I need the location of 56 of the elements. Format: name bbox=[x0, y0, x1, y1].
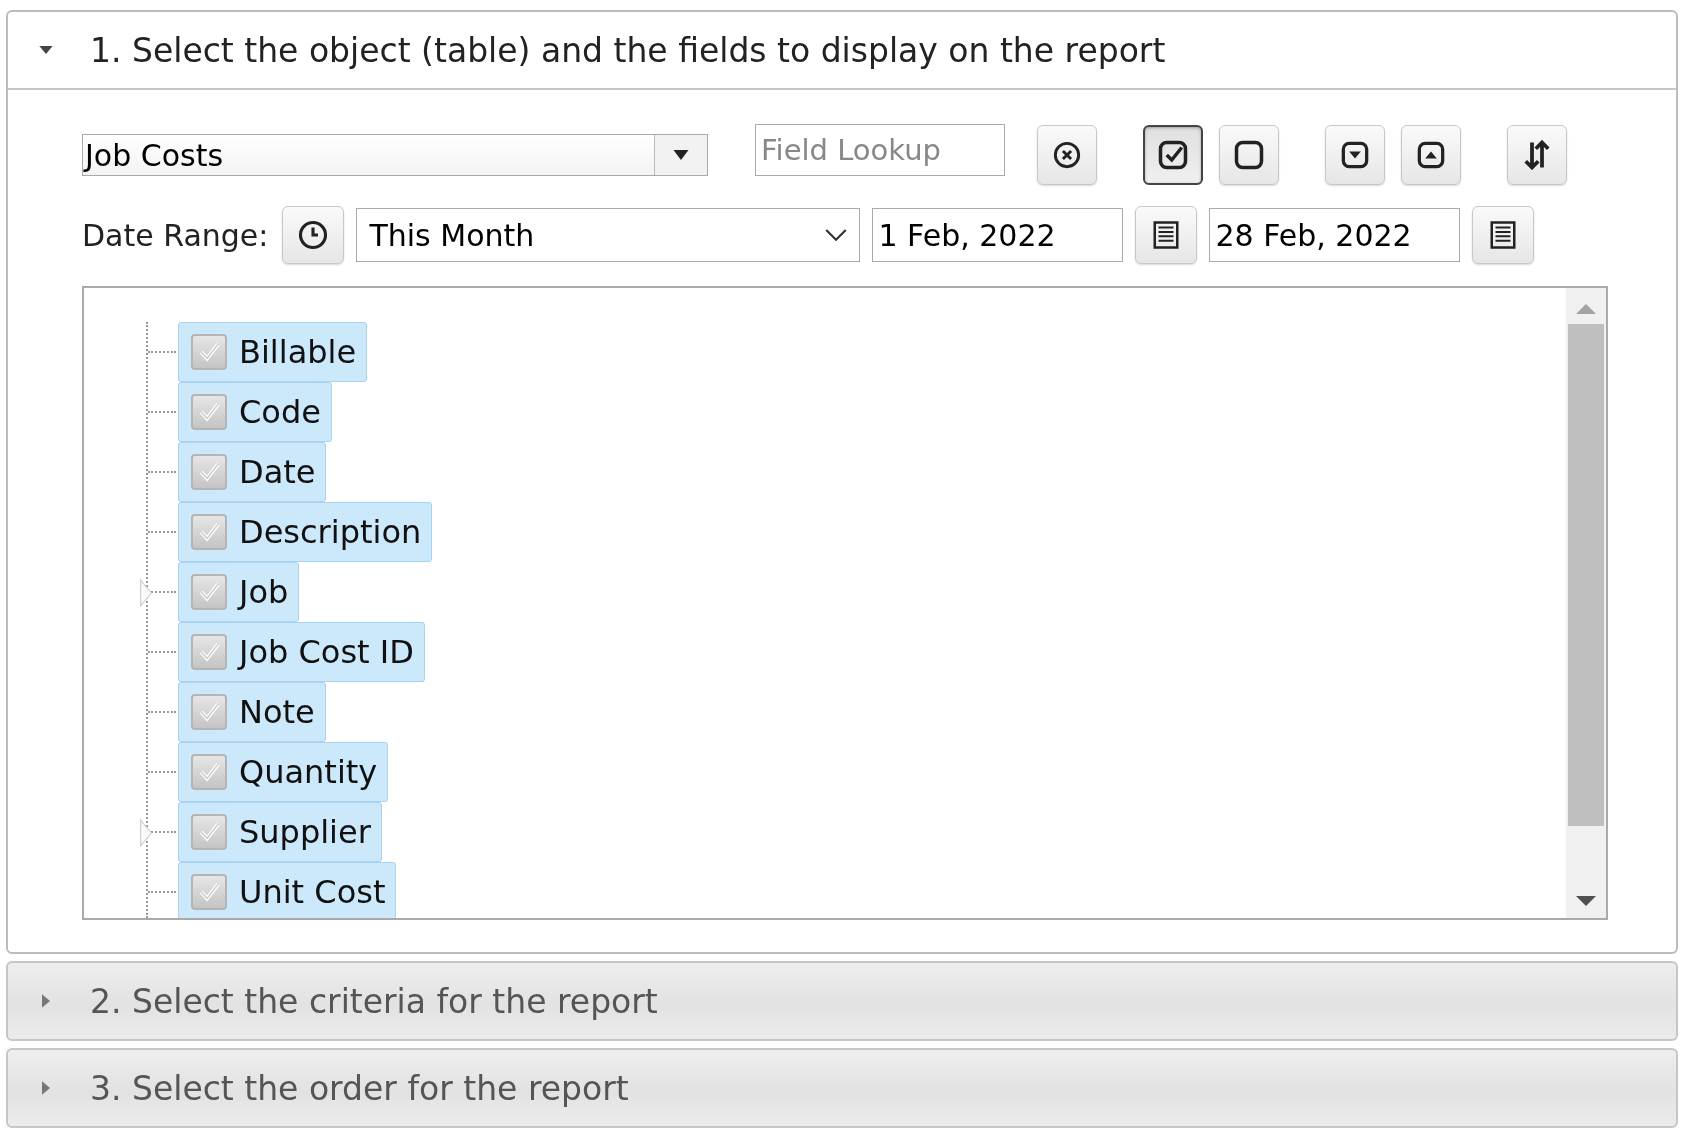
checkbox[interactable] bbox=[191, 394, 227, 430]
section-title: 3. Select the order for the report bbox=[90, 1068, 629, 1108]
field-item[interactable]: Job bbox=[178, 562, 300, 622]
date-range-label: Date Range: bbox=[82, 217, 269, 253]
caret-down-icon bbox=[673, 150, 689, 160]
scroll-up-icon[interactable] bbox=[1576, 302, 1596, 314]
section-title: 2. Select the criteria for the report bbox=[90, 981, 658, 1021]
scroll-down-icon[interactable] bbox=[1576, 896, 1596, 908]
check-all-button[interactable] bbox=[1143, 125, 1203, 185]
expand-arrow-icon[interactable] bbox=[138, 579, 154, 607]
expand-button[interactable] bbox=[1325, 125, 1385, 185]
field-item[interactable]: Description bbox=[178, 502, 433, 562]
checkbox-checked-icon bbox=[1158, 140, 1188, 170]
expand-icon bbox=[1341, 141, 1369, 169]
scrollbar[interactable] bbox=[1566, 288, 1606, 918]
checkbox[interactable] bbox=[191, 514, 227, 550]
end-date-input[interactable]: 28 Feb, 2022 bbox=[1209, 208, 1461, 262]
object-dropdown[interactable]: Job Costs bbox=[82, 134, 708, 176]
field-item[interactable]: Unit Cost bbox=[178, 862, 397, 918]
field-item[interactable]: Date bbox=[178, 442, 327, 502]
clock-button[interactable] bbox=[282, 206, 345, 264]
scrollbar-thumb[interactable] bbox=[1568, 324, 1604, 826]
calendar-button[interactable] bbox=[1135, 206, 1198, 264]
checkbox[interactable] bbox=[191, 754, 227, 790]
checkbox[interactable] bbox=[191, 634, 227, 670]
checkbox[interactable] bbox=[191, 694, 227, 730]
sort-icon bbox=[1522, 140, 1552, 170]
calendar-icon bbox=[1488, 220, 1519, 250]
checkbox[interactable] bbox=[191, 814, 227, 850]
checkbox[interactable] bbox=[191, 574, 227, 610]
accordion-header[interactable]: 1. Select the object (table) and the fields to display on the report bbox=[8, 12, 1676, 90]
calendar-button[interactable] bbox=[1472, 206, 1535, 264]
uncheck-all-button[interactable] bbox=[1219, 125, 1279, 185]
collapse-icon bbox=[1417, 141, 1445, 169]
clear-button[interactable] bbox=[1037, 125, 1097, 185]
checkbox[interactable] bbox=[191, 334, 227, 370]
section-title: 1. Select the object (table) and the fields to display on the report bbox=[90, 30, 1166, 70]
checkbox[interactable] bbox=[191, 454, 227, 490]
field-item[interactable]: Billable bbox=[178, 322, 368, 382]
checkbox-empty-icon bbox=[1234, 140, 1264, 170]
field-item[interactable]: Note bbox=[178, 682, 326, 742]
clear-icon bbox=[1053, 141, 1081, 169]
checkbox[interactable] bbox=[191, 874, 227, 910]
collapse-button[interactable] bbox=[1401, 125, 1461, 185]
date-preset-dropdown[interactable]: This Month bbox=[356, 208, 861, 262]
field-item[interactable]: Job Cost ID bbox=[178, 622, 425, 682]
clock-icon bbox=[298, 220, 329, 250]
calendar-icon bbox=[1151, 220, 1182, 250]
field-item[interactable]: Quantity bbox=[178, 742, 389, 802]
field-lookup-input[interactable]: Field Lookup bbox=[755, 124, 1005, 176]
field-item[interactable]: Supplier bbox=[178, 802, 382, 862]
field-item[interactable]: Code bbox=[178, 382, 332, 442]
start-date-input[interactable]: 1 Feb, 2022 bbox=[872, 208, 1124, 262]
chevron-down-icon bbox=[825, 228, 848, 242]
sort-button[interactable] bbox=[1507, 125, 1567, 185]
expand-arrow-icon[interactable] bbox=[138, 819, 154, 847]
